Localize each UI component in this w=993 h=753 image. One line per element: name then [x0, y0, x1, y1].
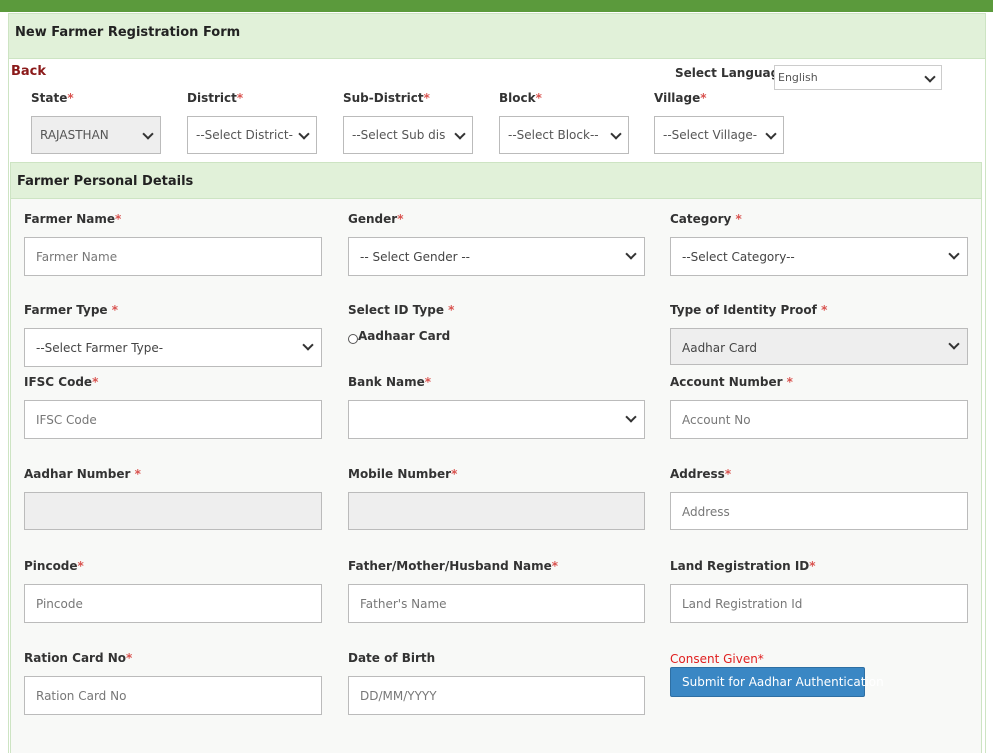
ration-card-input[interactable]: Ration Card No: [24, 676, 322, 715]
chevron-down-icon: [948, 248, 960, 260]
chevron-down-icon: [302, 339, 314, 351]
chevron-down-icon: [625, 248, 637, 260]
top-accent-bar: [0, 0, 993, 12]
bank-name-label: Bank Name*: [348, 375, 432, 389]
language-label: Select Language: [675, 66, 788, 80]
farmer-type-label: Farmer Type *: [24, 303, 119, 317]
state-select[interactable]: RAJASTHAN: [31, 116, 161, 154]
chevron-down-icon: [625, 411, 637, 423]
block-value: --Select Block--: [508, 128, 599, 142]
aadhaar-radio-label[interactable]: Aadhaar Card: [358, 329, 450, 343]
farmer-type-select[interactable]: --Select Farmer Type-: [24, 328, 322, 367]
village-label: Village*: [654, 91, 707, 105]
chevron-down-icon: [924, 71, 936, 83]
subdistrict-label: Sub-District*: [343, 91, 430, 105]
id-type-label: Select ID Type *: [348, 303, 455, 317]
chevron-down-icon: [298, 128, 310, 140]
account-input[interactable]: Account No: [670, 400, 968, 439]
parent-name-input[interactable]: Father's Name: [348, 584, 645, 623]
village-value: --Select Village-: [663, 128, 758, 142]
chevron-down-icon: [454, 128, 466, 140]
dob-label: Date of Birth: [348, 651, 436, 665]
village-select[interactable]: --Select Village-: [654, 116, 784, 154]
farmer-name-label: Farmer Name*: [24, 212, 122, 226]
land-registration-label: Land Registration ID*: [670, 559, 816, 573]
land-registration-input[interactable]: Land Registration Id: [670, 584, 968, 623]
consent-label: Consent Given*: [670, 652, 764, 666]
district-label: District*: [187, 91, 244, 105]
pincode-input[interactable]: Pincode: [24, 584, 322, 623]
state-label: State*: [31, 91, 74, 105]
category-label: Category *: [670, 212, 742, 226]
form-header: New Farmer Registration Form: [9, 14, 985, 59]
chevron-down-icon: [765, 128, 777, 140]
section-title: Farmer Personal Details: [17, 174, 194, 189]
block-label: Block*: [499, 91, 542, 105]
account-label: Account Number *: [670, 375, 793, 389]
mobile-input[interactable]: [348, 492, 645, 530]
chevron-down-icon: [142, 128, 154, 140]
ration-card-label: Ration Card No*: [24, 651, 133, 665]
language-value: English: [778, 71, 818, 84]
language-select[interactable]: English: [774, 65, 942, 90]
gender-label: Gender*: [348, 212, 404, 226]
address-label: Address*: [670, 467, 732, 481]
ifsc-label: IFSC Code*: [24, 375, 99, 389]
mobile-label: Mobile Number*: [348, 467, 458, 481]
dob-input[interactable]: DD/MM/YYYY: [348, 676, 645, 715]
back-link[interactable]: Back: [11, 64, 46, 79]
block-select[interactable]: --Select Block--: [499, 116, 629, 154]
aadhaar-radio[interactable]: [348, 334, 358, 344]
category-select[interactable]: --Select Category--: [670, 237, 968, 276]
subdistrict-select[interactable]: --Select Sub dis: [343, 116, 473, 154]
chevron-down-icon: [610, 128, 622, 140]
subdistrict-value: --Select Sub dis: [352, 128, 446, 142]
state-value: RAJASTHAN: [40, 128, 109, 142]
ifsc-input[interactable]: IFSC Code: [24, 400, 322, 439]
chevron-down-icon: [948, 338, 960, 350]
aadhar-number-label: Aadhar Number *: [24, 467, 141, 481]
section-header: Farmer Personal Details: [11, 163, 981, 199]
district-select[interactable]: --Select District-: [187, 116, 317, 154]
bank-name-select[interactable]: [348, 400, 645, 439]
identity-proof-label: Type of Identity Proof *: [670, 303, 828, 317]
submit-aadhar-auth-button[interactable]: Submit for Aadhar Authentication: [670, 667, 884, 697]
gender-select[interactable]: -- Select Gender --: [348, 237, 645, 276]
parent-name-label: Father/Mother/Husband Name*: [348, 559, 559, 573]
address-input[interactable]: Address: [670, 492, 968, 530]
pincode-label: Pincode*: [24, 559, 84, 573]
farmer-name-input[interactable]: Farmer Name: [24, 237, 322, 276]
identity-proof-select[interactable]: Aadhar Card: [670, 328, 968, 365]
district-value: --Select District-: [196, 128, 293, 142]
form-title: New Farmer Registration Form: [15, 25, 241, 40]
aadhar-number-input[interactable]: [24, 492, 322, 530]
